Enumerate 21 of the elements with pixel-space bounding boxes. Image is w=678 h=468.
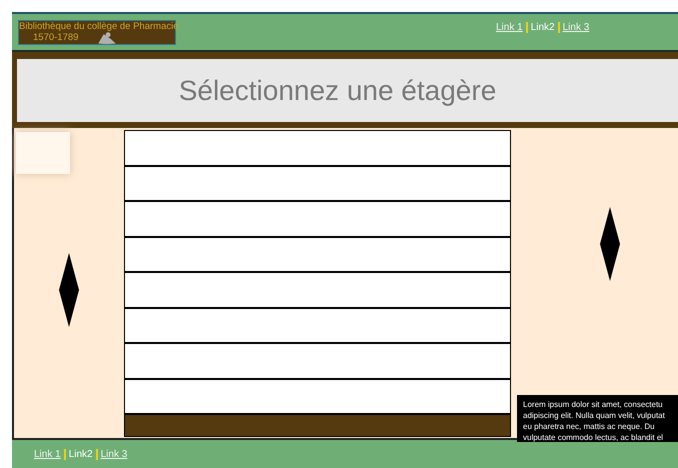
nav-link[interactable]: Link2 — [530, 22, 555, 33]
shelf-row[interactable] — [125, 238, 510, 273]
info-paragraph: Lorem ipsum dolor sit amet, consectetu adipiscing elit. Nulla quam velit, vulputat eu pharetra nec, mattis ac neque. Du vulputate commodo lectus, ac blandit el — [517, 395, 678, 442]
shelf-row[interactable] — [125, 202, 510, 238]
shelf-row[interactable] — [125, 308, 510, 344]
nav-link[interactable]: Link 3 — [562, 22, 590, 33]
previous-arrow-icon[interactable] — [59, 253, 79, 327]
nav-link[interactable]: Link2 — [68, 448, 93, 460]
logo-dates: 1570-1789 — [33, 32, 78, 42]
shelf-row[interactable] — [125, 344, 510, 380]
banner-title: Sélectionnez une étagère — [178, 74, 496, 106]
person-icon — [97, 32, 117, 44]
shadow-card — [16, 132, 70, 174]
shelf-row[interactable] — [125, 273, 510, 308]
shelf-row[interactable] — [125, 166, 510, 202]
nav-link[interactable]: Link 1 — [496, 22, 523, 33]
nav-link[interactable]: Link 3 — [100, 448, 128, 460]
shelf-row[interactable] — [125, 131, 510, 166]
nav-link[interactable]: Link 1 — [34, 448, 61, 460]
next-arrow-icon[interactable] — [600, 207, 620, 281]
shelf-row[interactable] — [125, 380, 510, 415]
